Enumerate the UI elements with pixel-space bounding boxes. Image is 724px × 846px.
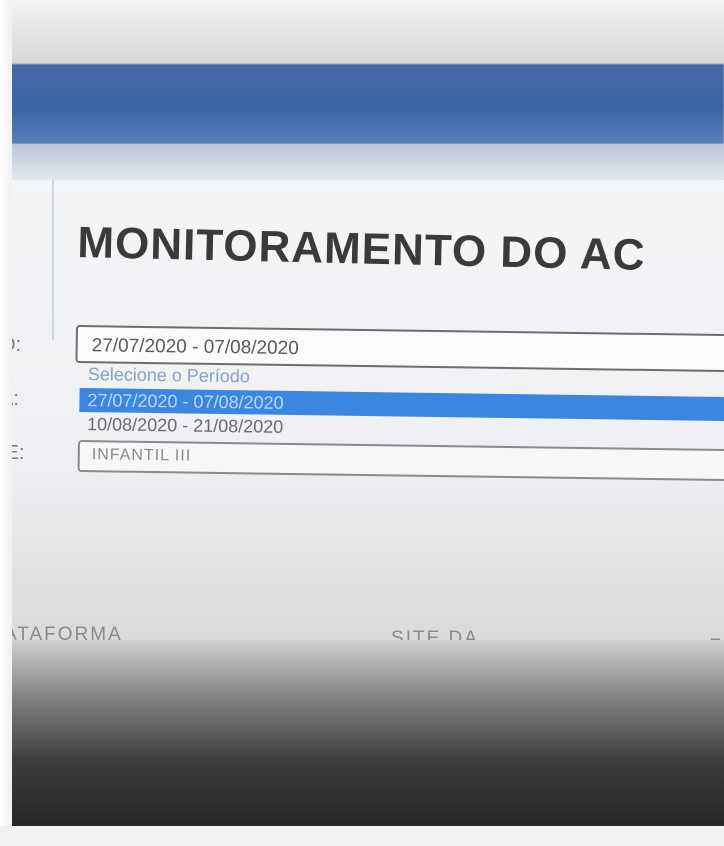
sidebar-divider — [52, 180, 54, 340]
photo-of-screen: MONITORAMENTO DO AC O: A: IE: 27/07/2020… — [0, 0, 724, 846]
header-bar — [10, 64, 724, 144]
desk-shadow — [0, 640, 724, 846]
screen-top-bezel — [0, 0, 724, 64]
photo-bottom-edge — [0, 826, 724, 846]
header-subbar — [10, 144, 724, 180]
photo-left-edge — [0, 0, 12, 846]
period-dropdown-list: Selecione o Período 27/07/2020 - 07/08/2… — [79, 360, 724, 447]
series-select-value: INFANTIL III — [91, 446, 192, 465]
period-select-value: 27/07/2020 - 07/08/2020 — [91, 335, 299, 360]
